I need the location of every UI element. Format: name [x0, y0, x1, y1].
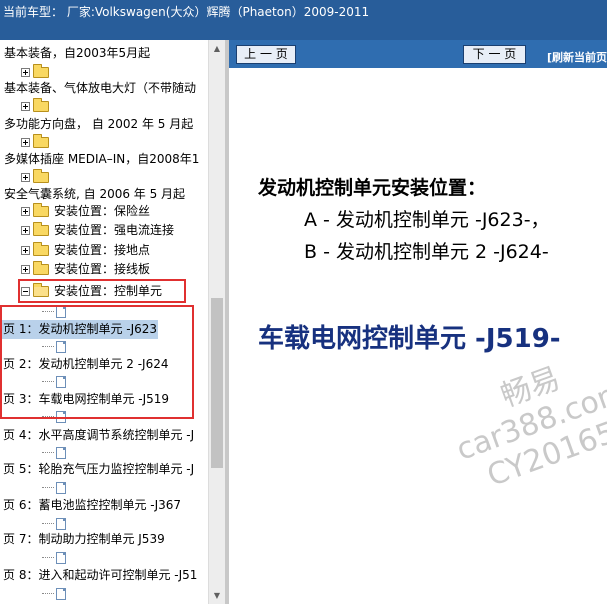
tree-node-fuses[interactable]: 安装位置：保险丝 — [21, 202, 151, 221]
expand-icon[interactable] — [21, 207, 30, 216]
location-item-a: A - 发动机控制单元 -J623-， — [304, 209, 550, 231]
tree-node-xenon-headlights[interactable]: 基本装备、气体放电大灯（不带随动 — [3, 79, 197, 98]
folder-icon — [33, 64, 49, 78]
document-icon — [56, 481, 66, 494]
folder-icon — [33, 203, 49, 217]
section-heading: 发动机控制单元安装位置： — [258, 177, 487, 199]
document-icon — [56, 446, 66, 459]
tree-node-label: 安装位置：接线板 — [54, 262, 151, 276]
tree-node-label: 多媒体插座 MEDIA–IN，自2008年1 — [4, 152, 200, 166]
tree-connector — [42, 557, 54, 558]
scroll-up-arrow-icon[interactable]: ▲ — [209, 40, 225, 57]
tree-node-label: 多功能方向盘， 自 2002 年 5 月起 — [4, 117, 194, 131]
document-icon — [56, 587, 66, 600]
tree-node-basic-equipment-2003[interactable]: 基本装备，自2003年5月起 — [3, 44, 151, 63]
expand-icon[interactable] — [21, 226, 30, 235]
expand-icon[interactable] — [21, 102, 30, 111]
tree-leaf[interactable] — [42, 584, 66, 603]
tree-node-label: 基本装备、气体放电大灯（不带随动 — [4, 81, 197, 95]
folder-icon — [33, 98, 49, 112]
tree-scrollbar[interactable]: ▲ ▼ — [208, 40, 225, 604]
document-icon — [56, 517, 66, 530]
expand-icon[interactable] — [21, 265, 30, 274]
location-item-b: B - 发动机控制单元 2 -J624- — [304, 241, 549, 263]
tree-node-terminal-boards[interactable]: 安装位置：接线板 — [21, 260, 151, 279]
tree-page-8[interactable]: 页 8：进入和起动许可控制单元 -J51 — [2, 566, 198, 585]
expand-icon[interactable] — [21, 246, 30, 255]
prev-page-button[interactable]: 上 一 页 — [236, 45, 296, 64]
tree-connector — [42, 487, 54, 488]
vehicle-model-label: 当前车型： 厂家:Volkswagen(大众）辉腾（Phaeton）2009-2… — [3, 5, 370, 19]
highlight-box-control-units — [18, 279, 186, 303]
folder-icon — [33, 242, 49, 256]
tree-node-label: 安装位置：保险丝 — [54, 204, 151, 218]
scrollbar-thumb[interactable] — [211, 298, 223, 468]
tree-page-label: 页 8：进入和起动许可控制单元 -J51 — [3, 568, 198, 582]
window-titlebar: 当前车型： 厂家:Volkswagen(大众）辉腾（Phaeton）2009-2… — [0, 0, 607, 40]
tree-page-7[interactable]: 页 7：制动助力控制单元 J539 — [2, 530, 166, 549]
refresh-page-link[interactable]: [刷新当前页 — [547, 49, 607, 65]
tree-page-5[interactable]: 页 5：轮胎充气压力监控控制单元 -J — [2, 460, 195, 479]
tree-page-label: 页 6：蓄电池监控控制单元 -J367 — [3, 498, 182, 512]
tree-node-folder[interactable] — [21, 97, 53, 116]
tree-connector — [42, 523, 54, 524]
content-pane: 上 一 页 下 一 页 [刷新当前页 发动机控制单元安装位置： A - 发动机控… — [229, 40, 607, 604]
tree-page-6[interactable]: 页 6：蓄电池监控控制单元 -J367 — [2, 496, 182, 515]
tree-node-label: 基本装备，自2003年5月起 — [4, 46, 151, 60]
folder-icon — [33, 222, 49, 236]
folder-icon — [33, 261, 49, 275]
tree-node-ground-points[interactable]: 安装位置：接地点 — [21, 241, 151, 260]
tree-leaf[interactable] — [42, 548, 66, 567]
tree-page-label: 页 4：水平高度调节系统控制单元 -J — [3, 428, 195, 442]
next-section-title: 车载电网控制单元 -J519- — [258, 324, 561, 354]
tree-page-label: 页 5：轮胎充气压力监控控制单元 -J — [3, 462, 195, 476]
page-nav-bar: 上 一 页 下 一 页 [刷新当前页 — [229, 40, 607, 68]
tree-node-multifunction-steering-wheel[interactable]: 多功能方向盘， 自 2002 年 5 月起 — [3, 115, 194, 134]
highlight-box-pages — [0, 305, 194, 419]
document-icon — [56, 551, 66, 564]
folder-icon — [33, 134, 49, 148]
folder-icon — [33, 169, 49, 183]
tree-node-high-current[interactable]: 安装位置：强电流连接 — [21, 221, 175, 240]
tree-node-label: 安装位置：接地点 — [54, 243, 151, 257]
expand-icon[interactable] — [21, 138, 30, 147]
tree-node-media-in[interactable]: 多媒体插座 MEDIA–IN，自2008年1 — [3, 150, 200, 169]
next-page-button[interactable]: 下 一 页 — [463, 45, 526, 64]
expand-icon[interactable] — [21, 173, 30, 182]
tree-connector — [42, 593, 54, 594]
tree-page-label: 页 7：制动助力控制单元 J539 — [3, 532, 165, 546]
tree-page-4[interactable]: 页 4：水平高度调节系统控制单元 -J — [2, 426, 195, 445]
tree-leaf[interactable] — [42, 478, 66, 497]
expand-icon[interactable] — [21, 68, 30, 77]
tree-node-label: 安装位置：强电流连接 — [54, 223, 175, 237]
tree-connector — [42, 452, 54, 453]
scroll-down-arrow-icon[interactable]: ▼ — [209, 587, 225, 604]
